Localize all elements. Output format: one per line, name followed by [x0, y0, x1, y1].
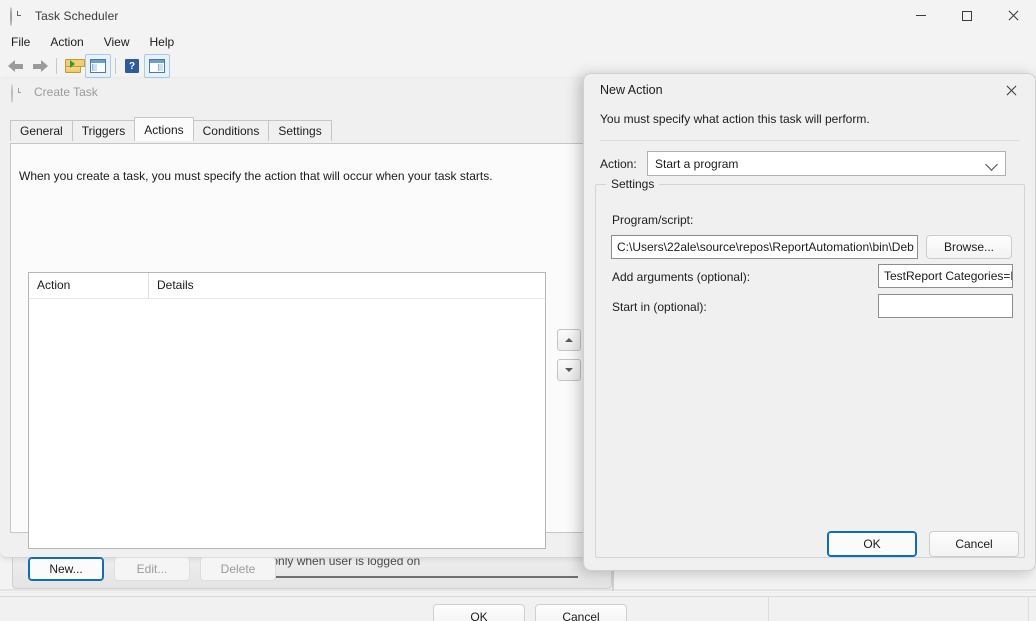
new-action-titlebar: New Action [584, 74, 1035, 106]
show-hide-action-pane-icon [149, 59, 165, 73]
screen: Task Scheduler File Action View Help ? R… [0, 0, 1036, 621]
back-arrow-icon [8, 59, 24, 73]
move-up-icon [565, 338, 573, 342]
background-status-divider-2 [1028, 596, 1029, 621]
actions-list-buttons: New... Edit... Delete [28, 557, 286, 581]
chevron-down-icon [985, 158, 998, 171]
settings-legend: Settings [606, 177, 660, 191]
tab-settings[interactable]: Settings [268, 120, 332, 141]
actions-list[interactable]: Action Details [28, 272, 546, 549]
create-task-titlebar: Create Task [0, 79, 597, 105]
new-action-intro: You must specify what action this task w… [600, 112, 870, 126]
create-task-title: Create Task [34, 85, 98, 99]
add-arguments-input[interactable]: TestReport Categories=B [878, 264, 1013, 288]
app-title: Task Scheduler [35, 8, 119, 23]
background-status-divider-1 [768, 596, 769, 621]
menu-view[interactable]: View [95, 32, 139, 52]
tab-conditions[interactable]: Conditions [192, 120, 270, 141]
new-action-title: New Action [600, 83, 663, 97]
program-script-label: Program/script: [612, 213, 694, 227]
browse-button[interactable]: Browse... [926, 235, 1012, 259]
new-action-ok-button[interactable]: OK [827, 531, 917, 557]
add-arguments-value: TestReport Categories=B [884, 269, 1013, 283]
maximize-button[interactable] [944, 0, 990, 31]
toolbar-separator [56, 58, 57, 74]
column-header-action[interactable]: Action [29, 273, 149, 298]
actions-description: When you create a task, you must specify… [19, 169, 493, 183]
delete-action-button[interactable]: Delete [200, 557, 276, 581]
edit-action-button[interactable]: Edit... [114, 557, 190, 581]
forward-arrow-icon [32, 59, 48, 73]
program-script-input[interactable]: C:\Users\22ale\source\repos\ReportAutoma… [611, 235, 918, 259]
program-script-value: C:\Users\22ale\source\repos\ReportAutoma… [617, 240, 914, 254]
tab-general[interactable]: General [10, 120, 73, 141]
help-icon: ? [125, 59, 139, 73]
actions-list-header: Action Details [29, 273, 545, 299]
create-task-footer-buttons: OK Cancel [433, 604, 637, 621]
show-folder-button[interactable] [61, 55, 85, 77]
back-button[interactable] [4, 55, 28, 77]
create-task-cancel-button[interactable]: Cancel [535, 604, 627, 621]
close-icon [1008, 10, 1019, 21]
move-down-icon [565, 368, 573, 372]
help-button[interactable]: ? [120, 55, 144, 77]
menu-action[interactable]: Action [41, 32, 92, 52]
tab-triggers[interactable]: Triggers [71, 120, 136, 141]
background-stripe-1 [0, 589, 1036, 591]
create-task-ok-button[interactable]: OK [433, 604, 525, 621]
background-stripe-2 [0, 592, 1036, 593]
minimize-icon [916, 15, 926, 16]
new-action-cancel-button[interactable]: Cancel [929, 531, 1019, 557]
clock-icon [11, 83, 26, 103]
maximize-icon [962, 10, 972, 21]
window-controls [898, 0, 1036, 31]
show-hide-console-tree-icon [90, 59, 106, 73]
new-action-dialog: New Action You must specify what action … [583, 73, 1036, 571]
column-header-details[interactable]: Details [149, 273, 545, 298]
new-action-divider [600, 140, 1020, 141]
new-action-button[interactable]: New... [28, 557, 104, 581]
close-icon [1006, 85, 1017, 96]
show-folder-icon [65, 59, 85, 73]
settings-groupbox: Settings Program/script: C:\Users\22ale\… [595, 177, 1025, 558]
forward-button[interactable] [28, 55, 52, 77]
new-action-close-button[interactable] [989, 74, 1033, 106]
add-arguments-label: Add arguments (optional): [612, 270, 751, 284]
create-task-dialog: Create Task General Triggers Actions Con… [0, 79, 627, 621]
toolbar-separator-2 [115, 58, 116, 74]
move-up-button[interactable] [557, 329, 581, 351]
action-label: Action: [600, 157, 637, 171]
titlebar: Task Scheduler [0, 0, 1036, 31]
minimize-button[interactable] [898, 0, 944, 31]
close-button[interactable] [990, 0, 1036, 31]
start-in-input[interactable] [878, 294, 1013, 318]
menubar: File Action View Help [0, 31, 1036, 54]
action-type-select[interactable]: Start a program [647, 151, 1006, 176]
new-action-footer-buttons: OK Cancel [815, 531, 1019, 557]
menu-file[interactable]: File [2, 32, 39, 52]
action-type-value: Start a program [655, 156, 739, 171]
tab-actions[interactable]: Actions [134, 117, 194, 141]
create-task-tabs: General Triggers Actions Conditions Sett… [10, 117, 332, 141]
show-console-tree-button[interactable] [85, 54, 111, 78]
show-action-pane-button[interactable] [144, 54, 170, 78]
move-down-button[interactable] [557, 359, 581, 381]
clock-icon [10, 6, 26, 26]
menu-help[interactable]: Help [141, 32, 184, 52]
task-scheduler-window: Task Scheduler File Action View Help ? R… [0, 0, 1036, 621]
actions-move-buttons [557, 329, 581, 389]
start-in-label: Start in (optional): [612, 300, 707, 314]
